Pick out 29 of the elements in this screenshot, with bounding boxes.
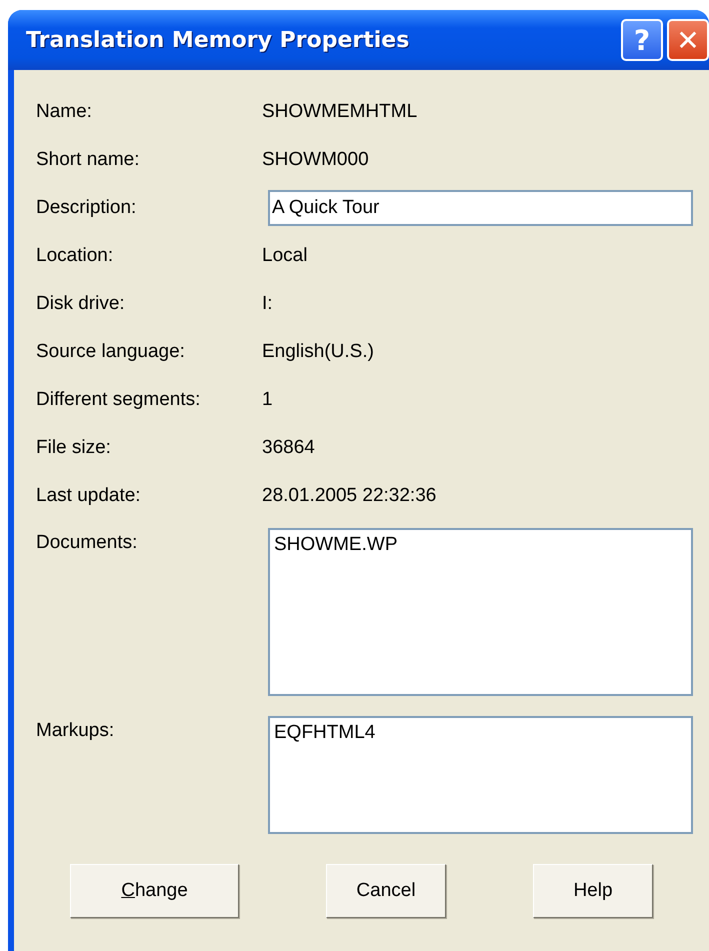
list-box[interactable]: SHOWME.WP	[268, 528, 693, 696]
window-title: Translation Memory Properties	[26, 28, 410, 52]
field-value: SHOWMEMHTML	[261, 100, 418, 124]
field-label: Short name:	[36, 148, 140, 172]
dialog-button[interactable]: Cancel	[326, 864, 446, 918]
field-label: Different segments:	[36, 388, 202, 412]
description-field[interactable]: A Quick Tour	[268, 190, 693, 226]
field-label: Disk drive:	[36, 292, 126, 316]
list-box[interactable]: EQFHTML4	[268, 716, 693, 834]
field-value: English(U.S.)	[261, 340, 375, 364]
field-value: 28.01.2005 22:32:36	[261, 484, 438, 508]
field-label: Documents:	[36, 532, 138, 554]
field-label: Markups:	[36, 720, 116, 742]
field-value: I:	[261, 292, 274, 316]
field-label: Last update:	[36, 484, 142, 508]
field-value: Local	[261, 244, 308, 268]
dialog-button[interactable]: Help	[533, 864, 653, 918]
field-label: Source language:	[36, 340, 186, 364]
dialog-button[interactable]: Change	[70, 864, 239, 918]
close-button[interactable]: ✕	[667, 19, 709, 61]
field-label: Location:	[36, 244, 114, 268]
field-label: File size:	[36, 436, 112, 460]
field-label: Description:	[36, 196, 138, 220]
list-item[interactable]: SHOWME.WP	[274, 534, 687, 556]
list-item[interactable]: EQFHTML4	[274, 722, 687, 744]
field-label: Name:	[36, 100, 93, 124]
field-value: 36864	[261, 436, 316, 460]
field-value: SHOWM000	[261, 148, 370, 172]
field-value: 1	[261, 388, 274, 412]
